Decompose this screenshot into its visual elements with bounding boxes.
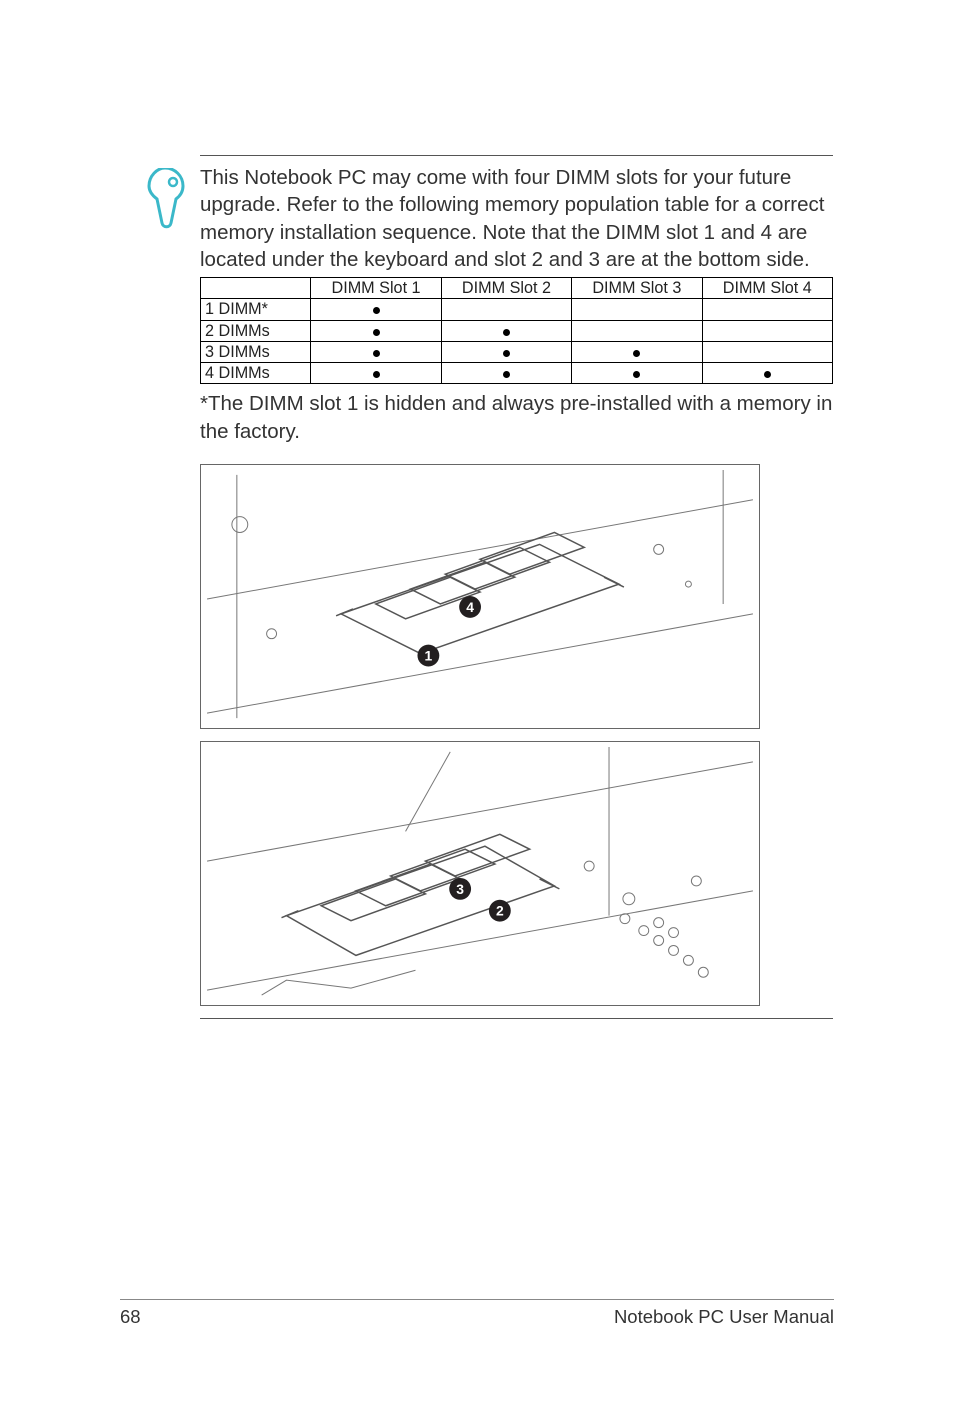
table-header-slot3: DIMM Slot 3 [572, 278, 702, 299]
table-row: 4 DIMMs [201, 363, 833, 384]
table-row: 1 DIMM* [201, 299, 833, 320]
note-bottom-rule [200, 1018, 833, 1019]
note-paragraph: This Notebook PC may come with four DIMM… [200, 164, 833, 273]
cell [441, 363, 571, 384]
note-top-rule [200, 155, 833, 156]
cell [311, 320, 441, 341]
footer-title: Notebook PC User Manual [614, 1306, 834, 1328]
cell [572, 320, 702, 341]
cell [441, 341, 571, 362]
row-label: 3 DIMMs [201, 341, 311, 362]
table-row: 3 DIMMs [201, 341, 833, 362]
row-label: 2 DIMMs [201, 320, 311, 341]
callout-3: 3 [456, 880, 464, 896]
table-header-blank [201, 278, 311, 299]
cell [572, 363, 702, 384]
cell [702, 363, 832, 384]
cell [572, 341, 702, 362]
page-number: 68 [120, 1306, 141, 1328]
page-footer: 68 Notebook PC User Manual [120, 1299, 834, 1328]
table-header-slot1: DIMM Slot 1 [311, 278, 441, 299]
cell [702, 341, 832, 362]
row-label: 1 DIMM* [201, 299, 311, 320]
row-label: 4 DIMMs [201, 363, 311, 384]
table-row: 2 DIMMs [201, 320, 833, 341]
cell [572, 299, 702, 320]
table-header-slot4: DIMM Slot 4 [702, 278, 832, 299]
cell [441, 320, 571, 341]
table-header-slot2: DIMM Slot 2 [441, 278, 571, 299]
cell [311, 341, 441, 362]
illustration-bottom-side: 3 2 [200, 741, 760, 1006]
cell [702, 299, 832, 320]
cell [702, 320, 832, 341]
callout-1: 1 [425, 647, 433, 663]
callout-2: 2 [496, 902, 504, 918]
cell [441, 299, 571, 320]
cell [311, 299, 441, 320]
note-pin-icon [145, 168, 187, 235]
callout-4: 4 [466, 598, 474, 614]
table-footnote: *The DIMM slot 1 is hidden and always pr… [200, 390, 833, 445]
memory-population-table: DIMM Slot 1 DIMM Slot 2 DIMM Slot 3 DIMM… [200, 277, 833, 384]
illustration-keyboard-side: 4 1 [200, 464, 760, 729]
cell [311, 363, 441, 384]
